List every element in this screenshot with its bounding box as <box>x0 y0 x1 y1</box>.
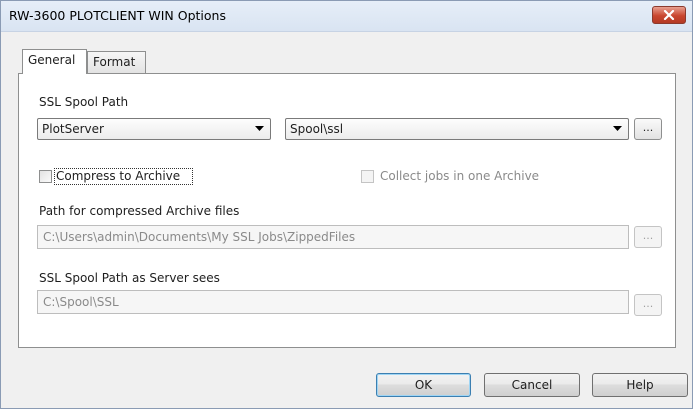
server-sees-field[interactable]: C:\Spool\SSL <box>37 290 629 314</box>
chevron-down-icon <box>255 126 264 131</box>
title-bar: RW-3600 PLOTCLIENT WIN Options <box>1 1 692 32</box>
spool-path-browse-button[interactable]: ... <box>634 118 662 140</box>
server-sees-value: C:\Spool\SSL <box>43 295 119 309</box>
archive-path-label: Path for compressed Archive files <box>39 204 240 218</box>
archive-path-value: C:\Users\admin\Documents\My SSL Jobs\Zip… <box>43 230 356 244</box>
collect-jobs-checkbox[interactable] <box>361 170 374 183</box>
compress-to-archive-checkbox[interactable] <box>39 170 52 183</box>
server-select[interactable]: PlotServer <box>37 118 271 140</box>
chevron-down-icon <box>613 126 622 131</box>
options-dialog: RW-3600 PLOTCLIENT WIN Options General F… <box>0 0 693 409</box>
tab-general-label: General <box>28 53 76 67</box>
ssl-spool-path-label: SSL Spool Path <box>39 95 129 109</box>
tab-format[interactable]: Format <box>87 51 146 73</box>
window-title: RW-3600 PLOTCLIENT WIN Options <box>9 8 226 23</box>
server-sees-label: SSL Spool Path as Server sees <box>39 271 220 285</box>
collect-jobs-label: Collect jobs in one Archive <box>380 169 540 183</box>
server-select-value: PlotServer <box>42 122 104 136</box>
archive-path-field[interactable]: C:\Users\admin\Documents\My SSL Jobs\Zip… <box>37 225 629 249</box>
archive-path-browse-button[interactable]: ... <box>634 226 662 248</box>
cancel-button[interactable]: Cancel <box>484 373 580 397</box>
help-button[interactable]: Help <box>592 373 688 397</box>
general-tab-panel: SSL Spool Path PlotServer Spool\ssl ... … <box>18 73 676 348</box>
spool-path-select[interactable]: Spool\ssl <box>285 118 629 140</box>
close-button[interactable] <box>652 6 686 24</box>
spool-path-select-value: Spool\ssl <box>290 122 344 136</box>
tab-format-label: Format <box>93 55 136 69</box>
close-x-icon <box>663 10 675 20</box>
tab-general[interactable]: General <box>22 49 87 74</box>
server-sees-browse-button[interactable]: ... <box>634 294 662 316</box>
compress-to-archive-label[interactable]: Compress to Archive <box>56 169 180 183</box>
ok-button[interactable]: OK <box>376 373 471 397</box>
